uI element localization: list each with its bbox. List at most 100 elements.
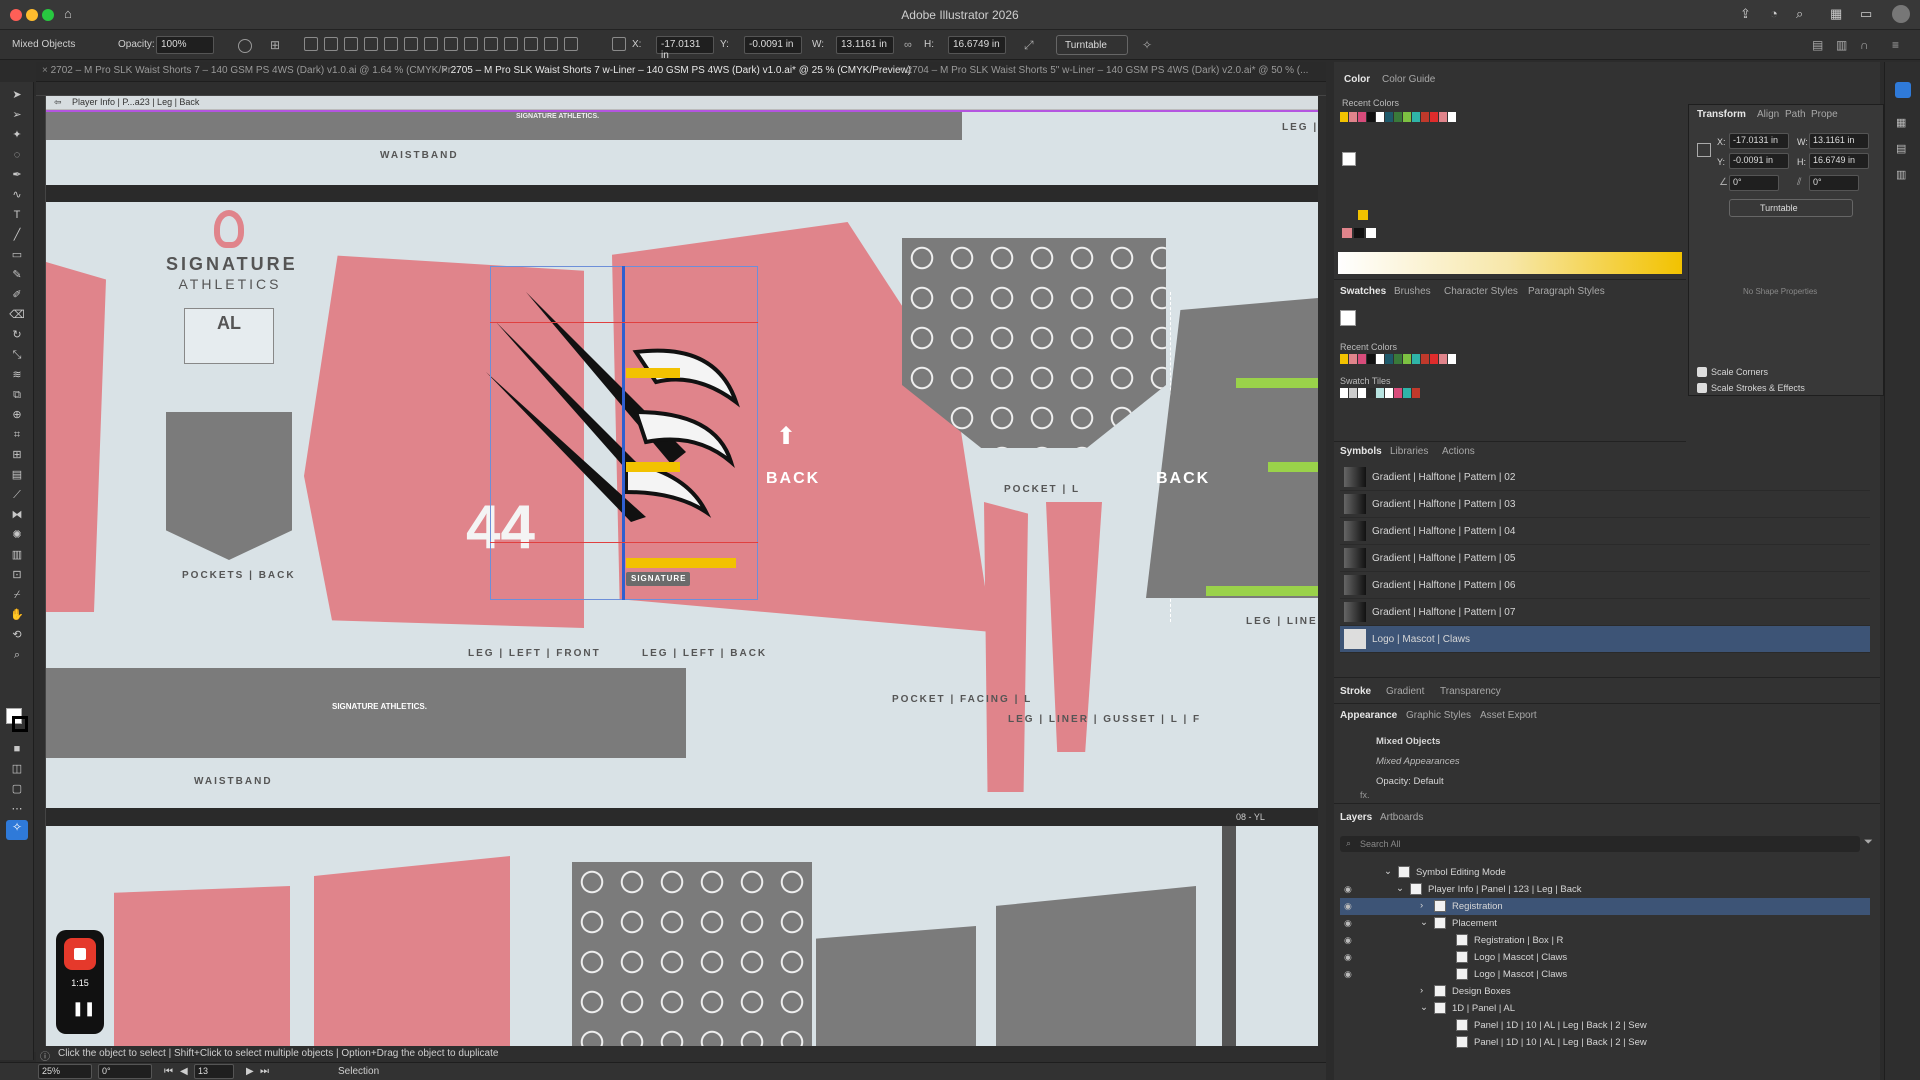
artboards-panel-icon[interactable]: ▥ (1896, 168, 1906, 181)
color-swatch[interactable] (1367, 112, 1375, 122)
screen-mode-icon[interactable]: ▢ (8, 782, 26, 796)
previous-artboard-icon[interactable]: ◀ (180, 1066, 188, 1077)
breadcrumb[interactable]: Player Info | P...a23 | Leg | Back (72, 97, 199, 107)
vertical-scrollbar[interactable] (1318, 96, 1326, 1046)
visibility-icon[interactable]: ◉ (1344, 935, 1352, 946)
tab-transparency[interactable]: Transparency (1440, 686, 1501, 697)
tab-align[interactable]: Align (1757, 109, 1779, 120)
gradient-tool-icon[interactable]: ▤ (8, 468, 26, 482)
close-tab-icon[interactable]: × (42, 65, 48, 76)
scale-strokes-checkbox[interactable] (1697, 383, 1707, 393)
tab-color-guide[interactable]: Color Guide (1382, 74, 1435, 85)
draw-mode-icon[interactable]: ◫ (8, 762, 26, 776)
magic-wand-tool-icon[interactable]: ✦ (8, 128, 26, 142)
zoom-field[interactable]: 25% (38, 1064, 92, 1079)
rotation-field[interactable]: 0° (98, 1064, 152, 1079)
magnet-icon[interactable]: ∩ (1860, 38, 1869, 52)
rotate-view-tool-icon[interactable]: ⟲ (8, 628, 26, 642)
color-spectrum-bar[interactable] (1338, 252, 1682, 274)
expand-icon[interactable]: › (1420, 900, 1423, 911)
tab-brushes[interactable]: Brushes (1394, 286, 1431, 297)
y-field[interactable]: -0.0091 in (744, 36, 802, 54)
swatch[interactable] (1439, 354, 1447, 364)
rotate-tool-icon[interactable]: ↻ (8, 328, 26, 342)
free-transform-tool-icon[interactable]: ⧉ (8, 388, 26, 402)
selection-box-left[interactable] (490, 266, 624, 600)
current-tool[interactable]: Selection (338, 1066, 379, 1077)
align-to-icon[interactable]: ⊞ (270, 38, 280, 52)
swatch[interactable] (1430, 354, 1438, 364)
layer-row[interactable]: ◉ Logo | Mascot | Claws (1340, 966, 1870, 983)
libraries-panel-icon[interactable]: ▦ (1896, 116, 1906, 129)
tab-appearance[interactable]: Appearance (1340, 710, 1397, 721)
swatch[interactable] (1403, 388, 1411, 398)
distribute-center-button[interactable] (504, 37, 518, 51)
color-swatch[interactable] (1394, 112, 1402, 122)
stop-recording-button[interactable] (64, 938, 96, 970)
x-field[interactable]: -17.0131 in (656, 36, 714, 61)
swatch[interactable] (1358, 354, 1366, 364)
tab-properties[interactable]: Prope (1811, 109, 1838, 120)
tab-document-2704[interactable]: × 2704 – M Pro SLK Waist Shorts 5" w-Lin… (898, 65, 1308, 76)
black-swatch[interactable] (1354, 228, 1364, 238)
distribute-bottom-button[interactable] (464, 37, 478, 51)
align-top-button[interactable] (364, 37, 378, 51)
artboard-field[interactable]: 13 (194, 1064, 234, 1079)
tab-pathfinder[interactable]: Path (1785, 109, 1806, 120)
swatch[interactable] (1349, 354, 1357, 364)
expand-icon[interactable]: ⌄ (1396, 883, 1404, 894)
swatch[interactable] (1385, 388, 1393, 398)
first-artboard-icon[interactable]: ⏮ (164, 1066, 173, 1077)
tab-transform[interactable]: Transform (1697, 109, 1746, 120)
expand-icon[interactable]: ⌄ (1420, 917, 1428, 928)
turntable-button[interactable]: Turntable (1056, 35, 1128, 55)
align-right-button[interactable] (344, 37, 358, 51)
visibility-icon[interactable]: ◉ (1344, 952, 1352, 963)
filter-icon[interactable]: ⏷ (1864, 836, 1873, 849)
white-swatch[interactable] (1366, 228, 1376, 238)
swatch[interactable] (1385, 354, 1393, 364)
color-swatch[interactable] (1439, 112, 1447, 122)
swatch[interactable] (1358, 388, 1366, 398)
selection-box-right[interactable] (624, 266, 758, 600)
tab-actions[interactable]: Actions (1442, 446, 1475, 457)
tab-artboards[interactable]: Artboards (1380, 812, 1423, 823)
tab-document-2702[interactable]: × 2702 – M Pro SLK Waist Shorts 7 – 140 … (42, 65, 459, 76)
swatch[interactable] (1448, 354, 1456, 364)
line-tool-icon[interactable]: ╱ (8, 228, 26, 242)
swatch[interactable] (1376, 388, 1384, 398)
rectangle-tool-icon[interactable]: ▭ (8, 248, 26, 262)
color-swatch[interactable] (1412, 112, 1420, 122)
swatch-fill-icon[interactable] (1340, 310, 1356, 326)
tab-swatches[interactable]: Swatches (1340, 286, 1386, 297)
visibility-icon[interactable]: ◉ (1344, 901, 1352, 912)
selection-tool-icon[interactable]: ➤ (8, 88, 26, 102)
layer-row[interactable]: Panel | 1D | 10 | AL | Leg | Back | 2 | … (1340, 1017, 1870, 1034)
symbol-item[interactable]: Gradient | Halftone | Pattern | 05 (1340, 545, 1870, 572)
stroke-swatch[interactable] (12, 716, 28, 732)
symbol-item-selected[interactable]: Logo | Mascot | Claws (1340, 626, 1870, 653)
swatch[interactable] (1412, 388, 1420, 398)
isolation-bar[interactable]: ⇦ Player Info | P...a23 | Leg | Back (46, 96, 1318, 110)
generative-tool-icon[interactable]: ✧ (6, 820, 28, 840)
none-swatch[interactable] (1342, 228, 1352, 238)
tab-color[interactable]: Color (1344, 74, 1370, 85)
distribute-right-button[interactable] (524, 37, 538, 51)
perspective-grid-tool-icon[interactable]: ⌗ (8, 428, 26, 442)
tab-symbols[interactable]: Symbols (1340, 446, 1382, 457)
warp-tool-icon[interactable]: ≋ (8, 368, 26, 382)
blob-brush-tool-icon[interactable]: ✐ (8, 288, 26, 302)
close-tab-icon[interactable]: × (898, 65, 904, 76)
scale-corners-checkbox[interactable] (1697, 367, 1707, 377)
add-effect-icon[interactable]: fx. (1360, 790, 1370, 800)
share-icon[interactable]: ⇪ (1740, 6, 1751, 22)
search-icon[interactable]: ⌕ (1796, 6, 1803, 22)
color-swatch[interactable] (1340, 112, 1348, 122)
align-bottom-button[interactable] (404, 37, 418, 51)
swatch[interactable] (1412, 354, 1420, 364)
recolor-icon[interactable] (238, 39, 252, 53)
layer-row[interactable]: ◉ ⌄ Player Info | Panel | 123 | Leg | Back (1340, 881, 1870, 898)
align-middle-button[interactable] (384, 37, 398, 51)
layers-panel-icon[interactable]: ▤ (1896, 142, 1906, 155)
last-artboard-icon[interactable]: ⏭ (260, 1066, 269, 1077)
